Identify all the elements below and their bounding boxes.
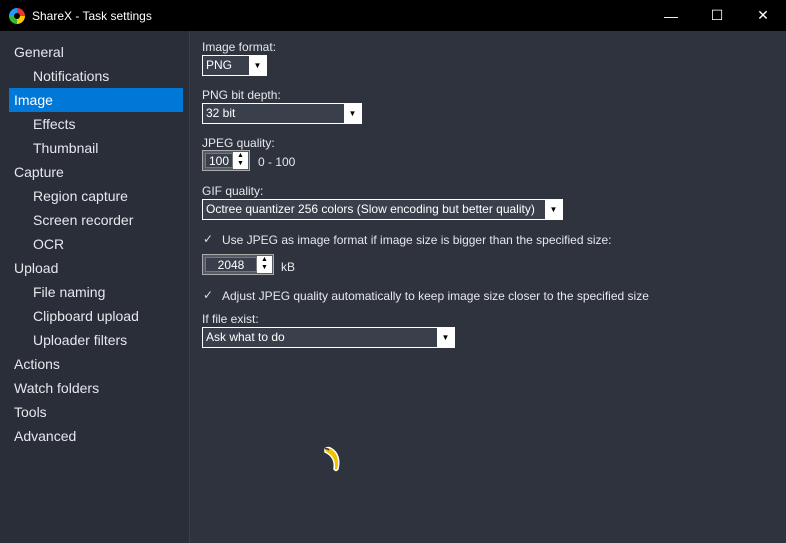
gif-quality-value: Octree quantizer 256 colors (Slow encodi… — [206, 202, 535, 216]
png-bit-depth-label: PNG bit depth: — [202, 88, 281, 102]
sidebar-item-image[interactable]: Image — [9, 88, 183, 112]
png-bit-depth-value: 32 bit — [206, 106, 236, 120]
sidebar-item-advanced[interactable]: Advanced — [9, 424, 183, 448]
sidebar-item-region-capture[interactable]: Region capture — [9, 184, 183, 208]
sidebar-item-capture[interactable]: Capture — [9, 160, 183, 184]
png-bit-depth-select[interactable]: 32 bit ▼ — [202, 103, 362, 124]
sidebar-item-actions[interactable]: Actions — [9, 352, 183, 376]
chevron-down-icon: ▼ — [249, 56, 266, 75]
banana-cursor-icon — [324, 446, 340, 472]
size-unit-label: kB — [281, 260, 296, 274]
image-settings-panel: Image format: PNG ▼ PNG bit depth: 32 bit… — [191, 31, 786, 543]
size-limit-value[interactable]: 2048 — [205, 257, 257, 272]
image-format-select[interactable]: PNG ▼ — [202, 55, 267, 76]
image-format-label: Image format: — [202, 40, 277, 54]
if-file-exist-value: Ask what to do — [206, 330, 285, 344]
jpeg-quality-range: 0 - 100 — [258, 155, 296, 169]
sidebar-nav: General Notifications Image Effects Thumbnai… — [0, 31, 190, 543]
sidebar-item-screen-recorder[interactable]: Screen recorder — [9, 208, 183, 232]
sidebar-item-clipboard-upload[interactable]: Clipboard upload — [9, 304, 183, 328]
sidebar-item-notifications[interactable]: Notifications — [9, 64, 183, 88]
chevron-down-icon: ▼ — [437, 328, 454, 347]
sidebar-item-general[interactable]: General — [9, 40, 183, 64]
gif-quality-label: GIF quality: — [202, 184, 264, 198]
close-button[interactable]: ✕ — [740, 0, 786, 31]
spinner-arrows-icon[interactable]: ▲ ▼ — [257, 256, 272, 273]
title-bar: ShareX - Task settings — ☐ ✕ — [0, 0, 786, 31]
chevron-down-icon: ▼ — [545, 200, 562, 219]
sidebar-item-ocr[interactable]: OCR — [9, 232, 183, 256]
sidebar-item-file-naming[interactable]: File naming — [9, 280, 183, 304]
jpeg-quality-stepper[interactable]: 100 ▲ ▼ — [202, 150, 250, 171]
sidebar-item-uploader-filters[interactable]: Uploader filters — [9, 328, 183, 352]
sidebar-item-effects[interactable]: Effects — [9, 112, 183, 136]
use-jpeg-label: Use JPEG as image format if image size i… — [222, 233, 612, 247]
adjust-jpeg-label: Adjust JPEG quality automatically to kee… — [222, 289, 649, 303]
size-limit-stepper[interactable]: 2048 ▲ ▼ — [202, 254, 274, 275]
jpeg-quality-value[interactable]: 100 — [205, 153, 233, 168]
if-file-exist-select[interactable]: Ask what to do ▼ — [202, 327, 455, 348]
sharex-logo-icon — [9, 7, 25, 24]
jpeg-quality-label: JPEG quality: — [202, 136, 275, 150]
sidebar-item-thumbnail[interactable]: Thumbnail — [9, 136, 183, 160]
window-title: ShareX - Task settings — [32, 8, 152, 23]
spinner-arrows-icon[interactable]: ▲ ▼ — [233, 152, 248, 169]
image-format-value: PNG — [206, 58, 233, 72]
adjust-jpeg-checkbox[interactable]: ✓ — [203, 289, 215, 301]
use-jpeg-checkbox[interactable]: ✓ — [203, 233, 215, 245]
if-file-exist-label: If file exist: — [202, 312, 259, 326]
sidebar-item-watch-folders[interactable]: Watch folders — [9, 376, 183, 400]
gif-quality-select[interactable]: Octree quantizer 256 colors (Slow encodi… — [202, 199, 563, 220]
sidebar-item-tools[interactable]: Tools — [9, 400, 183, 424]
chevron-down-icon: ▼ — [344, 104, 361, 123]
maximize-button[interactable]: ☐ — [694, 0, 740, 31]
minimize-button[interactable]: — — [648, 0, 694, 31]
sidebar-item-upload[interactable]: Upload — [9, 256, 183, 280]
